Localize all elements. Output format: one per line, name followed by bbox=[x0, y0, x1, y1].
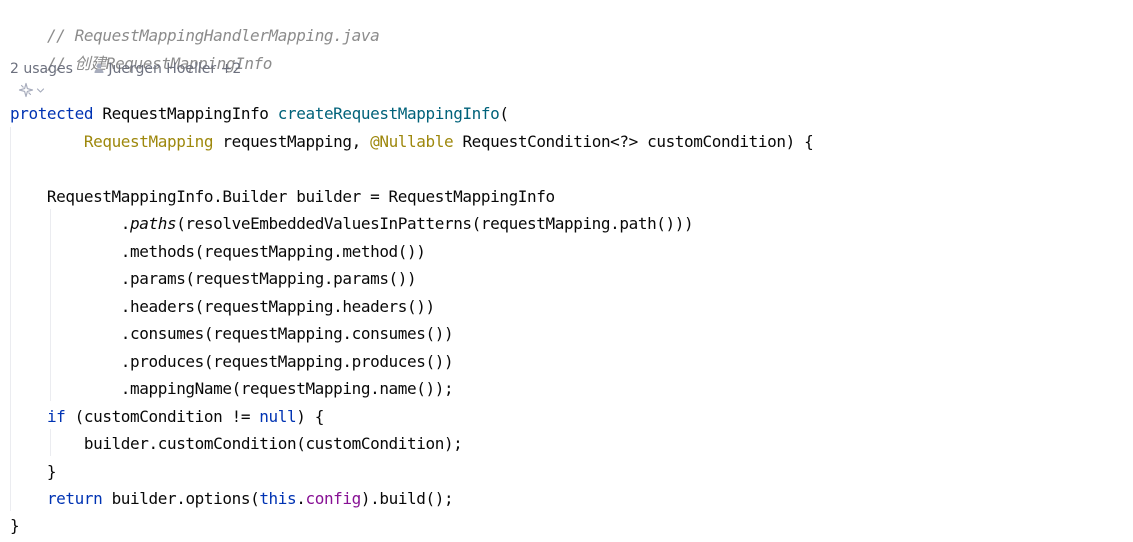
code-token: requestMapping, bbox=[213, 132, 371, 151]
code-token: ) { bbox=[296, 407, 324, 426]
code-token: RequestMappingInfo bbox=[93, 104, 278, 123]
code-token: ).build(); bbox=[360, 489, 454, 508]
keyword: return bbox=[46, 489, 103, 508]
keyword: this bbox=[259, 489, 297, 508]
person-icon bbox=[94, 63, 104, 73]
code-token: RequestCondition<?> customCondition) { bbox=[453, 132, 814, 151]
code-token: } bbox=[10, 462, 57, 481]
code-line: RequestMappingInfo.Builder builder = Req… bbox=[10, 186, 555, 208]
code-editor[interactable]: // RequestMappingHandlerMapping.java // … bbox=[0, 0, 1133, 542]
usages-link[interactable]: 2 usages bbox=[10, 61, 73, 77]
code-token: } bbox=[10, 516, 20, 535]
code-token: (customCondition != bbox=[65, 407, 260, 426]
code-vision-hints: 2 usages Juergen Hoeller +2 bbox=[10, 59, 241, 79]
keyword: protected bbox=[10, 104, 94, 123]
code-token: builder.customCondition(customCondition)… bbox=[10, 434, 463, 453]
code-token: .headers(requestMapping.headers()) bbox=[10, 297, 435, 316]
comment-line: // RequestMappingHandlerMapping.java bbox=[10, 3, 380, 45]
code-token: .methods(requestMapping.method()) bbox=[10, 242, 426, 261]
code-line: .produces(requestMapping.produces()) bbox=[10, 351, 454, 373]
code-line: protected RequestMappingInfo createReque… bbox=[10, 103, 509, 125]
chevron-down-icon bbox=[36, 87, 45, 93]
authors-label: Juergen Hoeller +2 bbox=[108, 61, 242, 77]
authors-link[interactable]: Juergen Hoeller +2 bbox=[93, 61, 241, 77]
field-name: config bbox=[305, 489, 361, 508]
code-line: .paths(resolveEmbeddedValuesInPatterns(r… bbox=[10, 213, 694, 235]
ai-generate-button[interactable] bbox=[18, 81, 45, 99]
keyword: if bbox=[46, 407, 66, 426]
code-token: .consumes(requestMapping.consumes()) bbox=[10, 324, 454, 343]
code-line: .params(requestMapping.params()) bbox=[10, 268, 417, 290]
annotation: @Nullable bbox=[370, 132, 454, 151]
code-token: .produces(requestMapping.produces()) bbox=[10, 352, 454, 371]
code-line: if (customCondition != null) { bbox=[10, 406, 324, 428]
code-line: } bbox=[10, 461, 57, 483]
keyword: null bbox=[259, 407, 297, 426]
code-token: RequestMappingInfo.Builder builder = Req… bbox=[10, 187, 555, 206]
static-method: paths bbox=[130, 214, 177, 233]
code-token: .params(requestMapping.params()) bbox=[10, 269, 417, 288]
code-line: builder.customCondition(customCondition)… bbox=[10, 433, 463, 455]
code-line: .consumes(requestMapping.consumes()) bbox=[10, 323, 454, 345]
method-name: createRequestMappingInfo bbox=[277, 104, 500, 123]
code-line: return builder.options(this.config).buil… bbox=[10, 488, 454, 510]
ai-generate-icon bbox=[18, 82, 34, 98]
code-token: ( bbox=[499, 104, 509, 123]
code-line: RequestMapping requestMapping, @Nullable… bbox=[10, 131, 814, 153]
indent: . bbox=[10, 214, 131, 233]
code-line: } bbox=[10, 515, 20, 537]
code-token: (resolveEmbeddedValuesInPatterns(request… bbox=[176, 214, 694, 233]
code-line: .headers(requestMapping.headers()) bbox=[10, 296, 435, 318]
code-token: .mappingName(requestMapping.name()); bbox=[10, 379, 454, 398]
type-name: RequestMapping bbox=[83, 132, 214, 151]
code-line: .methods(requestMapping.method()) bbox=[10, 241, 426, 263]
code-line: .mappingName(requestMapping.name()); bbox=[10, 378, 454, 400]
code-token: builder.options( bbox=[102, 489, 260, 508]
comment-line: // 创建RequestMappingInfo bbox=[10, 31, 272, 73]
